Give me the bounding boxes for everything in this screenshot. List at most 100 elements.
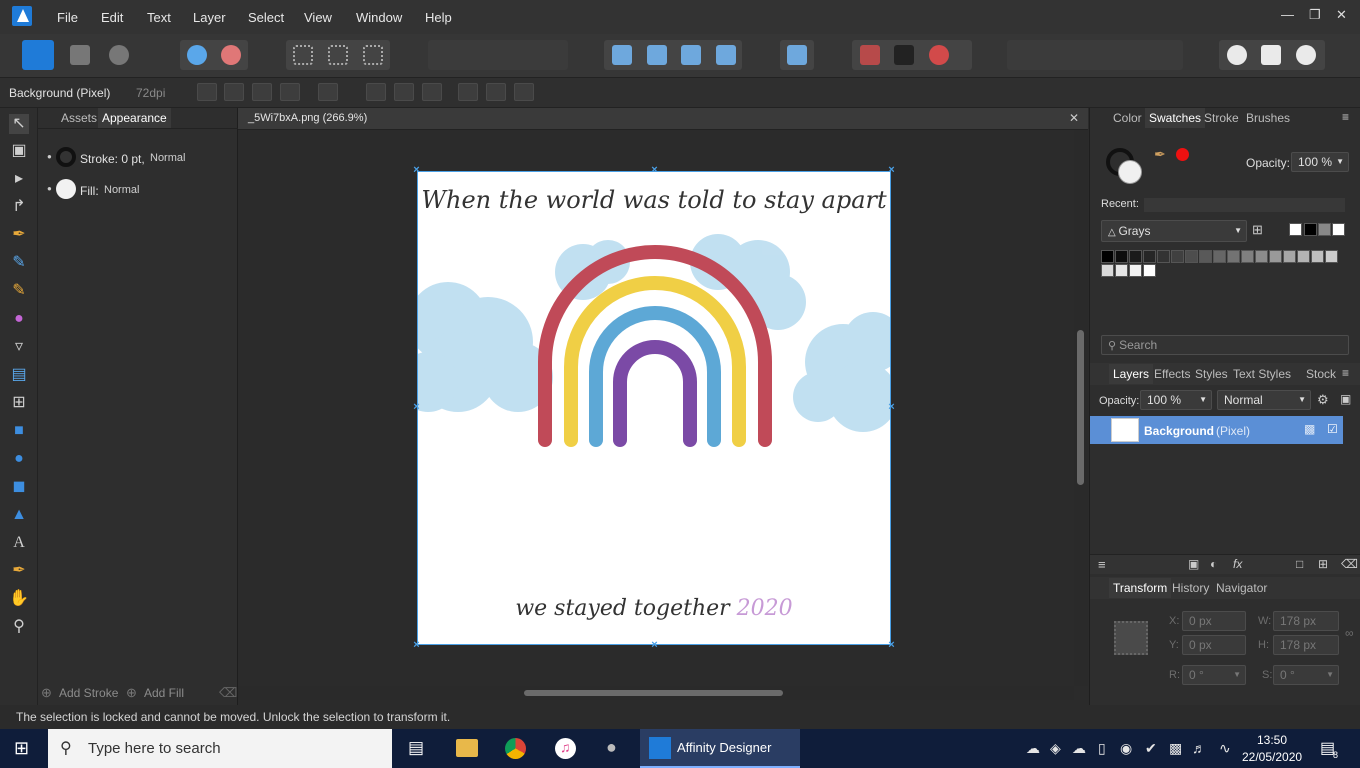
menu-view[interactable]: View — [304, 10, 332, 25]
tab-layers[interactable]: Layers — [1109, 364, 1154, 384]
itunes-icon[interactable]: ♫ — [555, 738, 576, 759]
shear-field[interactable]: 0 ° ▼ — [1273, 665, 1339, 685]
align-bottom-icon[interactable] — [514, 83, 534, 101]
menu-edit[interactable]: Edit — [101, 10, 123, 25]
tab-effects[interactable]: Effects — [1150, 364, 1194, 384]
layer-lock-icon[interactable]: ▩ — [1304, 422, 1315, 436]
stroke-mode[interactable]: Normal — [150, 152, 185, 164]
vertical-scroll-thumb[interactable] — [1077, 330, 1084, 485]
rotate-icon[interactable] — [318, 83, 338, 101]
corner-tool-icon[interactable]: ↱ — [9, 197, 29, 217]
fill-mode[interactable]: Normal — [104, 184, 139, 196]
add-fill-icon[interactable]: ⊕ — [126, 685, 137, 701]
onedrive-icon[interactable]: ☁ — [1026, 740, 1040, 757]
place-image-icon[interactable]: ▤ — [9, 365, 29, 385]
minimize-icon[interactable]: — — [1281, 7, 1294, 22]
export-persona-button[interactable] — [109, 45, 129, 65]
visibility-icon[interactable] — [224, 83, 244, 101]
black-swatch[interactable] — [1304, 223, 1317, 236]
align-left-icon[interactable] — [366, 83, 386, 101]
selection-handle[interactable]: × — [887, 402, 896, 413]
close-document-icon[interactable]: ✕ — [1069, 111, 1079, 125]
triangle-tool-icon[interactable]: ▲ — [9, 505, 29, 525]
add-shape-icon[interactable] — [1227, 45, 1247, 65]
x-field[interactable]: 0 px — [1182, 611, 1246, 631]
snap-icon[interactable] — [894, 45, 914, 65]
align-center-icon[interactable] — [394, 83, 414, 101]
select-none-icon[interactable] — [328, 45, 348, 65]
add-stroke-icon[interactable]: ⊕ — [41, 685, 52, 701]
w-field[interactable]: 178 px — [1273, 611, 1339, 631]
color-picker-icon[interactable]: ✒ — [1154, 146, 1166, 163]
white-swatch[interactable] — [1332, 223, 1345, 236]
reset-icon[interactable] — [221, 45, 241, 65]
intersect-shape-icon[interactable] — [1296, 45, 1316, 65]
volume-icon[interactable]: ♬ — [1192, 740, 1206, 756]
display-icon[interactable]: ▩ — [1169, 740, 1182, 757]
tab-swatches[interactable]: Swatches — [1145, 108, 1206, 128]
anchor-selector[interactable] — [1114, 621, 1148, 655]
grays-swatch-grid[interactable] — [1101, 250, 1341, 280]
layer-opacity-field[interactable]: 100 % ▼ — [1140, 390, 1212, 410]
fx-icon[interactable]: fx — [1233, 557, 1242, 571]
layers-menu-icon[interactable]: ≡ — [1342, 366, 1349, 380]
network-drive-icon[interactable]: ◈ — [1050, 740, 1061, 757]
vertical-scrollbar[interactable] — [1074, 130, 1088, 686]
brush-tool-icon[interactable]: ✎ — [9, 281, 29, 301]
file-explorer-icon[interactable] — [456, 739, 478, 757]
pencil-tool-icon[interactable]: ✎ — [9, 253, 29, 273]
hand-tool-icon[interactable]: ✋ — [9, 589, 29, 609]
sync-icon[interactable] — [187, 45, 207, 65]
tab-stock[interactable]: Stock — [1302, 364, 1340, 384]
tab-history[interactable]: History — [1168, 578, 1213, 598]
select-all-icon[interactable] — [293, 45, 313, 65]
cloud-icon[interactable]: ☁ — [1072, 740, 1086, 757]
restore-icon[interactable]: ❐ — [1309, 7, 1321, 23]
transform-origin-icon[interactable] — [197, 83, 217, 101]
designer-persona-button[interactable] — [22, 40, 54, 70]
adjustment-icon[interactable]: ◐ — [1210, 557, 1217, 571]
stroke-swatch[interactable] — [56, 147, 76, 167]
tab-navigator[interactable]: Navigator — [1212, 578, 1271, 598]
h-field[interactable]: 178 px — [1273, 635, 1339, 655]
taskbar-affinity-designer[interactable]: Affinity Designer — [640, 729, 800, 768]
artboard-tool-icon[interactable]: ▣ — [9, 141, 29, 161]
link-icon[interactable]: ∞ — [1345, 626, 1354, 640]
tab-appearance[interactable]: Appearance — [98, 108, 171, 128]
invert-selection-icon[interactable] — [363, 45, 383, 65]
menu-help[interactable]: Help — [425, 10, 452, 25]
subtract-shape-icon[interactable] — [1261, 45, 1281, 65]
chrome-icon[interactable] — [505, 738, 526, 759]
ellipse-tool-icon[interactable]: ● — [9, 449, 29, 469]
new-layer-icon[interactable]: □ — [1296, 557, 1303, 571]
menu-select[interactable]: Select — [248, 10, 284, 25]
usb-icon[interactable]: ▯ — [1098, 740, 1106, 757]
delete-layer-icon[interactable]: ⌫ — [1341, 557, 1358, 571]
tab-color[interactable]: Color — [1109, 108, 1146, 128]
selection-handle[interactable]: × — [412, 640, 421, 651]
align-middle-icon[interactable] — [486, 83, 506, 101]
selection-handle[interactable]: × — [412, 165, 421, 176]
crop-icon[interactable] — [280, 83, 300, 101]
flip-horizontal-icon[interactable] — [612, 45, 632, 65]
selection-handle[interactable]: × — [887, 165, 896, 176]
clock-time[interactable]: 13:50 — [1257, 733, 1287, 747]
menu-text[interactable]: Text — [147, 10, 171, 25]
resize-icon[interactable] — [252, 83, 272, 101]
close-icon[interactable]: ✕ — [1336, 7, 1347, 23]
add-stroke-button[interactable]: Add Stroke — [59, 686, 118, 700]
pixel-persona-button[interactable] — [70, 45, 90, 65]
wifi-icon[interactable]: ∿ — [1219, 740, 1231, 757]
pen-tool-icon[interactable]: ✒ — [9, 225, 29, 245]
rounded-rect-tool-icon[interactable]: ◼ — [9, 477, 29, 497]
layer-visibility-checkbox[interactable]: ☑ — [1327, 422, 1338, 436]
align-right-icon[interactable] — [422, 83, 442, 101]
crop-tool-icon[interactable]: ⊞ — [9, 393, 29, 413]
add-fill-button[interactable]: Add Fill — [144, 686, 184, 700]
magnet-icon[interactable] — [929, 45, 949, 65]
eyedropper-tool-icon[interactable]: ✒ — [9, 561, 29, 581]
rotate-right-icon[interactable] — [716, 45, 736, 65]
move-tool-icon[interactable]: ↖ — [9, 114, 29, 134]
panel-menu-icon[interactable]: ≡ — [1342, 110, 1349, 124]
fill-tool-icon[interactable]: ● — [9, 309, 29, 329]
